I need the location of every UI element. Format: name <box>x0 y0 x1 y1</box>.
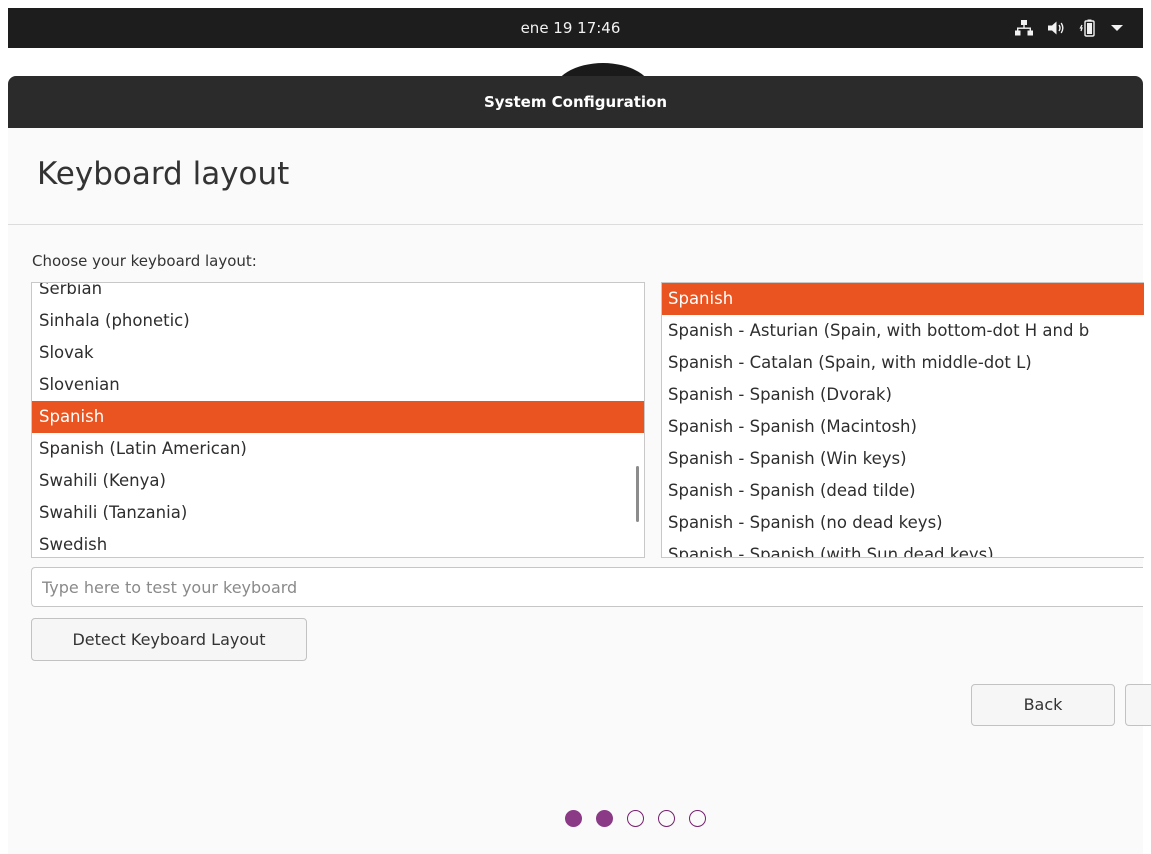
page-title: Keyboard layout <box>37 156 290 192</box>
variant-item[interactable]: Spanish - Spanish (Dvorak) <box>662 379 1144 411</box>
layout-item[interactable]: Slovenian <box>32 369 644 401</box>
progress-dot <box>658 810 675 827</box>
battery-icon[interactable] <box>1079 19 1097 37</box>
layout-item[interactable]: Spanish (Latin American) <box>32 433 644 465</box>
detect-keyboard-layout-button[interactable]: Detect Keyboard Layout <box>31 618 307 661</box>
layout-item-selected[interactable]: Spanish <box>32 401 644 433</box>
clock[interactable]: ene 19 17:46 <box>8 8 1143 48</box>
layout-list-scrollbar[interactable] <box>636 466 639 522</box>
desktop-wallpaper <box>8 48 1143 76</box>
volume-icon[interactable] <box>1047 20 1065 36</box>
installer-window: Keyboard layout Choose your keyboard lay… <box>8 128 1151 854</box>
next-button[interactable] <box>1125 684 1151 726</box>
variant-item[interactable]: Spanish - Spanish (dead tilde) <box>662 475 1144 507</box>
variant-item[interactable]: Spanish - Catalan (Spain, with middle-do… <box>662 347 1144 379</box>
layout-item[interactable]: Slovak <box>32 337 644 369</box>
progress-dot-done <box>596 810 613 827</box>
variant-item[interactable]: Spanish - Spanish (with Sun dead keys) <box>662 539 1144 557</box>
network-icon[interactable] <box>1015 20 1033 36</box>
progress-dot <box>689 810 706 827</box>
layout-item[interactable]: Swahili (Kenya) <box>32 465 644 497</box>
system-tray[interactable] <box>1015 8 1123 48</box>
keyboard-test-input[interactable] <box>31 567 1143 607</box>
window-title: System Configuration <box>8 76 1143 128</box>
variant-item[interactable]: Spanish - Spanish (Macintosh) <box>662 411 1144 443</box>
top-bar: ene 19 17:46 <box>8 8 1143 48</box>
layout-item[interactable]: Serbian <box>32 283 644 305</box>
divider <box>8 224 1143 225</box>
layout-item[interactable]: Swedish <box>32 529 644 557</box>
choose-layout-label: Choose your keyboard layout: <box>32 252 257 270</box>
variant-item[interactable]: Spanish - Spanish (no dead keys) <box>662 507 1144 539</box>
variant-item-selected[interactable]: Spanish <box>662 283 1144 315</box>
wallpaper-shape <box>553 63 653 76</box>
progress-dots <box>565 810 706 827</box>
layout-item[interactable]: Sinhala (phonetic) <box>32 305 644 337</box>
progress-dot-done <box>565 810 582 827</box>
variant-item[interactable]: Spanish - Spanish (Win keys) <box>662 443 1144 475</box>
keyboard-variant-list[interactable]: Spanish Spanish - Asturian (Spain, with … <box>661 282 1144 558</box>
back-button[interactable]: Back <box>971 684 1115 726</box>
keyboard-layout-list[interactable]: Serbian Sinhala (phonetic) Slovak Sloven… <box>31 282 645 558</box>
layout-item[interactable]: Swahili (Tanzania) <box>32 497 644 529</box>
variant-item[interactable]: Spanish - Asturian (Spain, with bottom-d… <box>662 315 1144 347</box>
progress-dot <box>627 810 644 827</box>
system-menu-arrow-icon[interactable] <box>1111 24 1123 32</box>
